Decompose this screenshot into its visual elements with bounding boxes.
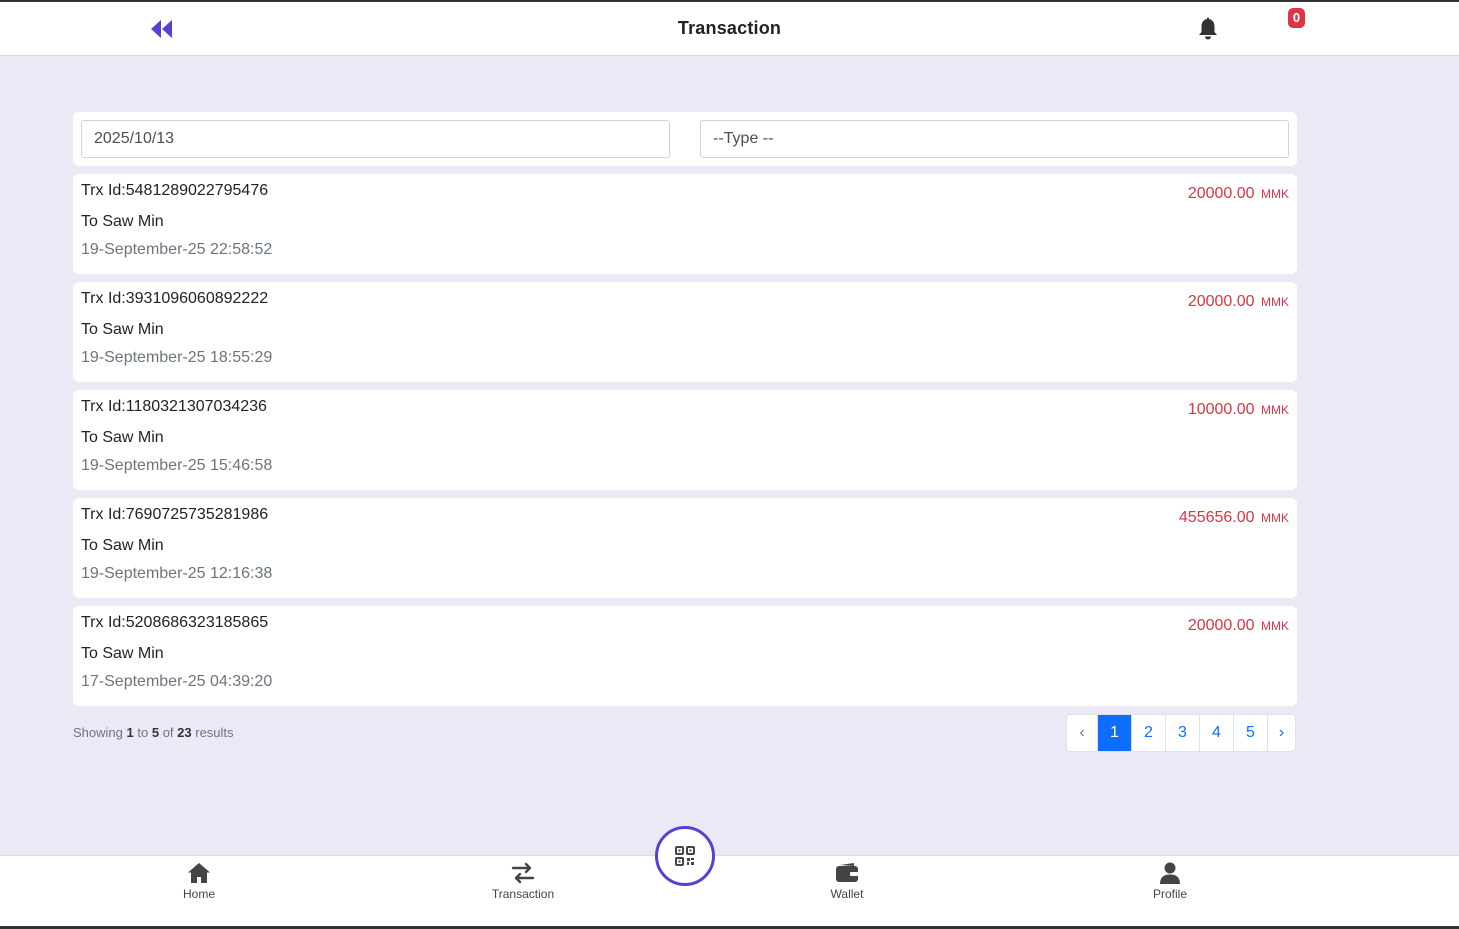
transaction-amount: 20000.00 MMK	[1188, 185, 1289, 203]
pagination-page-2[interactable]: 2	[1131, 715, 1165, 751]
transaction-amount: 10000.00 MMK	[1188, 401, 1289, 419]
transaction-datetime: 19-September-25 15:46:58	[81, 457, 273, 474]
transaction-amount: 455656.00 MMK	[1179, 509, 1289, 527]
pagination-page-1[interactable]: 1	[1097, 715, 1131, 751]
bottom-navigation: Home Transaction Wallet Profile	[0, 855, 1459, 926]
transaction-id: Trx Id:3931096060892222	[81, 290, 269, 307]
transaction-id: Trx Id:5208686323185865	[81, 614, 269, 631]
qr-code-icon	[675, 846, 695, 866]
results-from: 1	[126, 725, 134, 740]
transaction-card[interactable]: Trx Id:1180321307034236 To Saw Min 19-Se…	[73, 390, 1297, 490]
transaction-recipient: To Saw Min	[81, 537, 164, 554]
pagination: ‹ 1 2 3 4 5 ›	[1066, 714, 1296, 752]
pagination-page-4[interactable]: 4	[1199, 715, 1233, 751]
nav-wallet[interactable]: Wallet	[797, 862, 897, 901]
transaction-id: Trx Id:1180321307034236	[81, 398, 267, 415]
nav-profile-label: Profile	[1152, 887, 1187, 901]
transaction-datetime: 19-September-25 22:58:52	[81, 241, 273, 258]
results-of-word: of	[162, 725, 174, 740]
transaction-card[interactable]: Trx Id:3931096060892222 To Saw Min 19-Se…	[73, 282, 1297, 382]
results-prefix: Showing	[73, 725, 123, 740]
nav-home[interactable]: Home	[149, 862, 249, 901]
transaction-card[interactable]: Trx Id:5208686323185865 To Saw Min 17-Se…	[73, 606, 1297, 706]
notification-button[interactable]	[1197, 17, 1219, 41]
top-header: Transaction 0	[0, 2, 1459, 56]
results-summary: Showing 1 to 5 of 23 results	[73, 725, 234, 740]
transaction-id: Trx Id:7690725735281986	[81, 506, 269, 523]
results-to: 5	[151, 725, 160, 740]
nav-home-label: Home	[182, 887, 215, 901]
transaction-list: Trx Id:5481289022795476 To Saw Min 19-Se…	[73, 174, 1297, 714]
type-filter-select[interactable]: --Type --	[700, 120, 1289, 158]
scan-qr-button[interactable]	[655, 826, 715, 886]
pagination-page-5[interactable]: 5	[1233, 715, 1267, 751]
nav-profile[interactable]: Profile	[1120, 862, 1220, 901]
amount-value: 20000.00	[1187, 185, 1255, 202]
bell-icon	[1199, 17, 1217, 40]
amount-value: 20000.00	[1187, 617, 1255, 634]
results-total: 23	[177, 725, 192, 740]
transaction-id: Trx Id:5481289022795476	[81, 182, 269, 199]
nav-transaction-label: Transaction	[491, 887, 555, 901]
transaction-datetime: 17-September-25 04:39:20	[81, 673, 273, 690]
amount-value: 455656.00	[1178, 509, 1255, 526]
pagination-page-3[interactable]: 3	[1165, 715, 1199, 751]
currency-label: MMK	[1261, 295, 1289, 309]
user-icon	[1160, 862, 1180, 884]
pagination-prev-button[interactable]: ‹	[1067, 715, 1097, 751]
transaction-recipient: To Saw Min	[81, 429, 164, 446]
transaction-amount: 20000.00 MMK	[1188, 293, 1289, 311]
notification-count-badge: 0	[1288, 8, 1305, 28]
nav-wallet-label: Wallet	[830, 887, 864, 901]
nav-transaction[interactable]: Transaction	[473, 862, 573, 901]
transaction-recipient: To Saw Min	[81, 645, 164, 662]
wallet-icon	[836, 863, 858, 882]
results-suffix: results	[195, 725, 234, 740]
transaction-datetime: 19-September-25 18:55:29	[81, 349, 273, 366]
transaction-recipient: To Saw Min	[81, 213, 164, 230]
transaction-recipient: To Saw Min	[81, 321, 164, 338]
amount-value: 20000.00	[1187, 293, 1255, 310]
transfer-arrows-icon	[511, 862, 535, 884]
transaction-card[interactable]: Trx Id:5481289022795476 To Saw Min 19-Se…	[73, 174, 1297, 274]
currency-label: MMK	[1261, 511, 1289, 525]
transaction-datetime: 19-September-25 12:16:38	[81, 565, 273, 582]
currency-label: MMK	[1261, 403, 1289, 417]
transaction-card[interactable]: Trx Id:7690725735281986 To Saw Min 19-Se…	[73, 498, 1297, 598]
currency-label: MMK	[1261, 619, 1289, 633]
results-to-word: to	[137, 725, 149, 740]
currency-label: MMK	[1261, 187, 1289, 201]
pagination-next-button[interactable]: ›	[1267, 715, 1295, 751]
amount-value: 10000.00	[1187, 401, 1255, 418]
transaction-amount: 20000.00 MMK	[1188, 617, 1289, 635]
filter-bar: --Type --	[73, 112, 1297, 166]
date-filter-input[interactable]	[81, 120, 670, 158]
page-title: Transaction	[677, 18, 782, 38]
home-icon	[188, 863, 210, 883]
type-filter-value: --Type --	[713, 130, 774, 147]
